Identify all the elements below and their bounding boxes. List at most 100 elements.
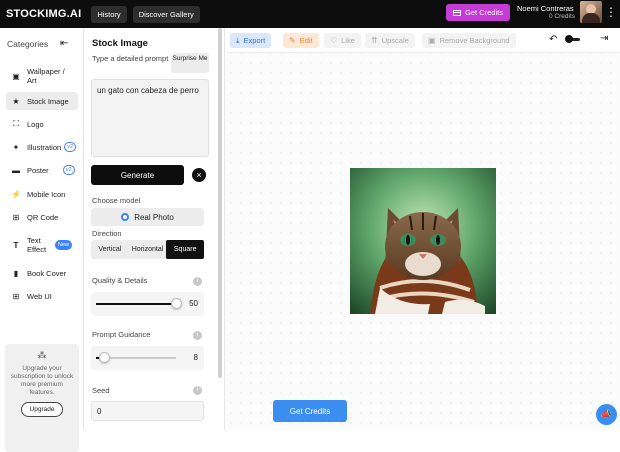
download-icon: ⤓ (236, 35, 240, 45)
info-icon[interactable]: i (193, 331, 202, 340)
logo-icon: ⛶ (13, 119, 19, 128)
sidebar-item-label: Web UI (27, 291, 52, 301)
pencil-icon: ✎ (289, 36, 296, 45)
sidebar-item-web-ui[interactable]: ⊞ Web UI (6, 287, 78, 305)
get-credits-label: Get Credits (465, 8, 503, 17)
edit-button[interactable]: ✎ Edit (283, 33, 319, 48)
generated-image[interactable] (350, 168, 496, 314)
image-toolbar: ⤓ Export ✎ Edit ♡ Like ⇈ Upscale ▣ Remov… (226, 28, 620, 53)
expand-icon[interactable]: ⇥ (600, 33, 608, 44)
panel-scrollbar[interactable] (218, 28, 222, 378)
heart-icon: ♡ (330, 36, 338, 45)
avatar[interactable] (580, 1, 602, 23)
sidebar-item-text-effect[interactable]: T Text Effect New (6, 234, 78, 256)
sidebar-item-poster[interactable]: ▬ Poster v2 (6, 161, 78, 179)
quality-slider[interactable]: 50 (91, 292, 204, 316)
options-panel: Stock Image Type a detailed prompt Surpr… (85, 28, 225, 430)
quality-thumb[interactable] (171, 298, 182, 309)
shapes-icon: ⁂ (37, 350, 47, 360)
nav-discover-gallery[interactable]: Discover Gallery (132, 5, 200, 23)
nav-history[interactable]: History (91, 5, 127, 23)
megaphone-icon[interactable]: 📣 (596, 404, 617, 425)
info-icon[interactable]: i (193, 386, 202, 395)
quality-value: 50 (189, 299, 198, 308)
quality-label: Quality & Details (92, 276, 148, 285)
upscale-button[interactable]: ⇈ Upscale (365, 33, 415, 48)
upscale-label: Upscale (381, 36, 409, 45)
undo-icon[interactable]: ↶ (549, 34, 557, 45)
sidebar-item-label: Book Cover (27, 268, 67, 278)
generate-button[interactable]: Generate (91, 165, 184, 185)
direction-horizontal[interactable]: Horizontal (129, 240, 167, 259)
get-credits-bottom-button[interactable]: Get Credits (273, 400, 347, 422)
sidebar-item-label: Illustration (27, 142, 62, 152)
version-badge: v2 (64, 142, 76, 152)
sidebar-item-label: Stock Image (27, 96, 69, 106)
like-button[interactable]: ♡ Like (324, 33, 361, 48)
sidebar-item-book-cover[interactable]: ▮ Book Cover (6, 264, 78, 282)
seed-input[interactable]: 0 (91, 401, 204, 421)
panel-title: Stock Image (92, 38, 148, 49)
sidebar-item-wallpaper[interactable]: ▣ Wallpaper / Art (6, 65, 78, 87)
star-icon: ★ (12, 96, 20, 106)
direction-square[interactable]: Square (166, 240, 205, 259)
export-button[interactable]: ⤓ Export (230, 33, 272, 48)
edit-label: Edit (299, 36, 313, 45)
sidebar-item-mobile-icon[interactable]: ⚡ Mobile Icon (6, 185, 78, 203)
sidebar-item-label: Logo (27, 119, 44, 129)
sidebar-item-label: Wallpaper / Art (27, 67, 65, 85)
guidance-value: 8 (193, 353, 198, 362)
version-badge: v2 (62, 165, 75, 175)
radio-selected-icon (121, 213, 130, 221)
cat-picture (350, 168, 496, 314)
categories-title: Categories (7, 39, 49, 49)
model-select[interactable]: Real Photo (91, 208, 204, 226)
bolt-icon: ⚡ (11, 189, 21, 199)
collapse-sidebar-icon[interactable]: ⇤ (60, 38, 68, 49)
quality-track (96, 298, 182, 309)
prompt-input[interactable]: un gato con cabeza de perro (91, 79, 209, 157)
sidebar-item-label: Text Effect (27, 236, 47, 254)
guidance-label: Prompt Guidance (92, 330, 151, 339)
direction-vertical[interactable]: Vertical (91, 240, 129, 259)
guidance-slider[interactable]: 8 (91, 346, 204, 370)
canvas-area: ⤓ Export ✎ Edit ♡ Like ⇈ Upscale ▣ Remov… (226, 28, 620, 430)
info-icon[interactable]: i (193, 277, 202, 286)
more-menu-icon[interactable]: ⋮ (605, 6, 617, 18)
export-label: Export (243, 36, 266, 45)
sidebar-item-label: Mobile Icon (27, 189, 66, 199)
sidebar-item-illustration[interactable]: ✦ Illustration v2 (6, 138, 78, 156)
sidebar-item-qr-code[interactable]: ⊞ QR Code (6, 208, 78, 226)
get-credits-button[interactable]: Get Credits (446, 4, 510, 21)
seed-label: Seed (92, 386, 110, 395)
categories-sidebar: Categories ⇤ ▣ Wallpaper / Art ★ Stock I… (0, 28, 84, 452)
new-badge: New (55, 240, 73, 250)
user-name: Noemi Contreras (517, 4, 574, 13)
model-value: Real Photo (134, 212, 174, 222)
prompt-label: Type a detailed prompt (92, 54, 169, 63)
remove-bg-icon: ▣ (428, 36, 436, 45)
theme-toggle[interactable] (565, 35, 580, 43)
text-icon: T (13, 240, 19, 250)
remove-background-button[interactable]: ▣ Remove Background (422, 33, 516, 48)
qr-icon: ⊞ (12, 212, 20, 222)
quality-fill (96, 303, 176, 305)
direction-label: Direction (92, 229, 122, 238)
sidebar-item-stock-image[interactable]: ★ Stock Image (6, 92, 78, 110)
sidebar-item-label: QR Code (27, 212, 59, 222)
upgrade-text: Upgrade your subscription to unlock more… (10, 365, 74, 396)
app-logo[interactable]: STOCKIMG.AI (6, 8, 81, 20)
clear-icon[interactable]: × (192, 168, 206, 182)
sidebar-item-logo[interactable]: ⛶ Logo (6, 115, 78, 133)
remove-bg-label: Remove Background (439, 36, 510, 45)
poster-icon: ▬ (12, 165, 20, 175)
upscale-icon: ⇈ (371, 36, 378, 45)
upgrade-card: ⁂ Upgrade your subscription to unlock mo… (5, 344, 79, 452)
image-icon: ▣ (12, 71, 20, 81)
like-label: Like (341, 36, 355, 45)
book-icon: ▮ (13, 268, 19, 278)
grid-icon: ⊞ (12, 291, 20, 301)
surprise-me-button[interactable]: Surprise Me (171, 53, 209, 73)
guidance-thumb[interactable] (99, 352, 110, 363)
upgrade-button[interactable]: Upgrade (20, 402, 64, 417)
